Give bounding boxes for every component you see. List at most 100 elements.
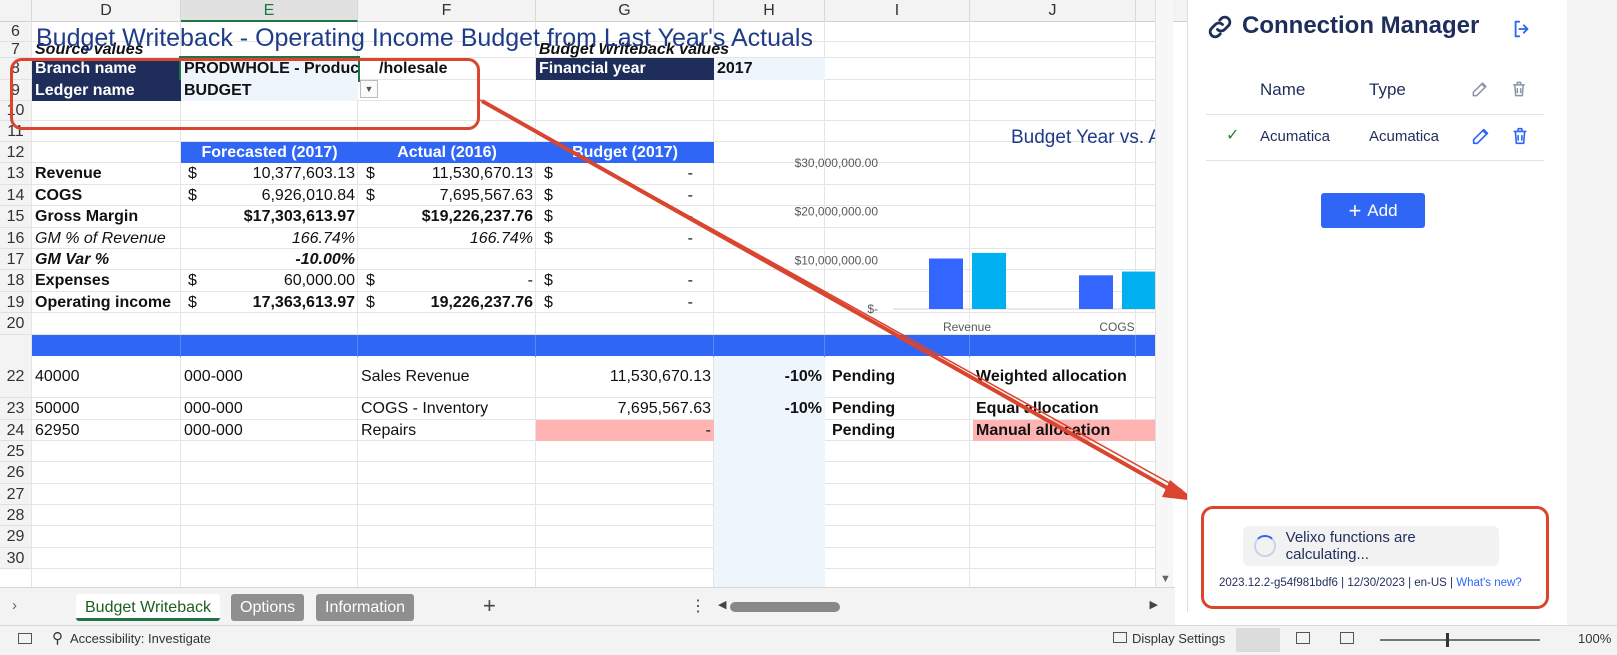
row-header-30[interactable]: 30 <box>0 548 32 569</box>
budget-value: - <box>687 294 693 311</box>
zoom-thumb[interactable] <box>1446 633 1449 647</box>
horizontal-scrollbar[interactable]: ◀ ▶ <box>718 598 1158 614</box>
tab-budget-writeback[interactable]: Budget Writeback <box>76 594 220 621</box>
scroll-thumb[interactable] <box>730 602 840 612</box>
row-header-6[interactable]: 6 <box>0 22 32 42</box>
tab-information[interactable]: Information <box>316 594 415 621</box>
detail-header-0: Account <box>32 335 181 357</box>
summary-header-2: Budget (2017) <box>536 142 714 163</box>
chart-bar[interactable] <box>929 258 963 309</box>
y-tick-label: $30,000,000.00 <box>795 156 879 170</box>
increase-cell[interactable] <box>714 420 825 441</box>
category-label: Revenue <box>943 320 991 334</box>
row-header-26[interactable]: 26 <box>0 462 32 484</box>
summary-header-1: Actual (2016) <box>358 142 536 163</box>
page-layout-icon[interactable] <box>1296 632 1310 644</box>
row-gridline <box>32 483 1155 484</box>
forecast-value: -10.00% <box>295 251 355 268</box>
row-header-28[interactable]: 28 <box>0 505 32 526</box>
allocation-type-cell[interactable]: Weighted allocation <box>973 356 1155 398</box>
select-all-corner[interactable] <box>0 0 32 22</box>
dropdown-arrow-icon[interactable]: ▼ <box>360 80 378 98</box>
row-header-13[interactable]: 13 <box>0 163 32 185</box>
row-header-17[interactable]: 17 <box>0 249 32 270</box>
row-header-19[interactable]: 19 <box>0 292 32 313</box>
version-text: 2023.12.2-g54f981bdf6 | 12/30/2023 | en-… <box>1219 577 1457 589</box>
summary-label: COGS <box>35 187 83 204</box>
delete-header-icon <box>1513 81 1525 97</box>
chart-bar[interactable] <box>972 252 1006 309</box>
spreadsheet-grid[interactable]: DEFGHIJ 67891011121314151617181920212223… <box>0 0 1190 603</box>
row-header-22[interactable]: 22 <box>0 356 32 398</box>
accessibility-icon: ⚲ <box>52 630 63 647</box>
forecast-value: 6,926,010.84 <box>261 187 355 204</box>
forecast-value: 10,377,603.13 <box>252 165 355 182</box>
forecast-value: 166.74% <box>291 230 355 247</box>
column-header-F[interactable]: F <box>358 0 536 22</box>
whats-new-link[interactable]: What's new? <box>1456 577 1521 589</box>
financial-year-value[interactable]: 2017 <box>714 58 825 80</box>
sheet-title: Budget Writeback - Operating Income Budg… <box>36 24 813 52</box>
chart-bar[interactable] <box>1122 271 1156 309</box>
column-header-E[interactable]: E <box>181 0 358 22</box>
column-header-I[interactable]: I <box>825 0 970 22</box>
row-gridline <box>32 504 1155 505</box>
zoom-slider[interactable] <box>1380 639 1540 641</box>
chart-bar[interactable] <box>1079 275 1113 309</box>
app-window: DEFGHIJ 67891011121314151617181920212223… <box>0 0 1617 655</box>
vertical-scrollbar[interactable]: ▼ <box>1155 0 1173 587</box>
row-header-16[interactable]: 16 <box>0 228 32 249</box>
column-header-D[interactable]: D <box>32 0 181 22</box>
row-header-20[interactable]: 20 <box>0 313 32 335</box>
add-sheet-button[interactable]: + <box>483 593 496 619</box>
sign-out-icon[interactable] <box>1511 18 1533 40</box>
zoom-level[interactable]: 100% <box>1578 631 1611 646</box>
row-header-7[interactable]: 7 <box>0 42 32 58</box>
display-settings[interactable]: Display Settings <box>1132 631 1225 646</box>
actual-value: 19,226,237.76 <box>430 294 533 311</box>
delete-connection-icon[interactable] <box>1509 125 1531 147</box>
column-header-J[interactable]: J <box>970 0 1136 22</box>
row-header-27[interactable]: 27 <box>0 484 32 505</box>
summary-label: GM % of Revenue <box>35 230 166 247</box>
row-header-15[interactable]: 15 <box>0 206 32 228</box>
normal-view-icon[interactable] <box>1236 628 1280 652</box>
chart-title: Budget Year vs. A <box>1011 127 1160 148</box>
account-cell: 40000 <box>35 368 80 385</box>
row-header-14[interactable]: 14 <box>0 185 32 206</box>
increase-cell[interactable]: -10% <box>714 356 825 398</box>
summary-label: Revenue <box>35 165 102 182</box>
tab-scroll-icon[interactable]: › <box>12 597 17 614</box>
accessibility-status[interactable]: Accessibility: Investigate <box>70 631 211 646</box>
column-header-H[interactable]: H <box>714 0 825 22</box>
row-header-24[interactable]: 24 <box>0 420 32 441</box>
row-header-25[interactable]: 25 <box>0 441 32 462</box>
page-break-icon[interactable] <box>1340 632 1354 644</box>
budget-chart[interactable]: Budget Year vs. A $30,000,000.00 $20,000,… <box>780 118 1160 343</box>
more-options-icon[interactable]: ⋮ <box>690 596 706 616</box>
tab-options[interactable]: Options <box>231 594 305 621</box>
prior-actuals-cell: 7,695,567.63 <box>617 400 711 417</box>
summary-label: Gross Margin <box>35 208 139 225</box>
link-icon <box>1208 15 1232 39</box>
y-tick-label: $- <box>867 302 878 316</box>
connection-row[interactable]: ✓ Acumatica Acumatica <box>1206 115 1544 161</box>
scroll-right-icon[interactable]: ▶ <box>1150 598 1158 611</box>
row-header-12[interactable]: 12 <box>0 142 32 163</box>
scroll-down-icon[interactable]: ▼ <box>1160 573 1171 585</box>
row-header-18[interactable]: 18 <box>0 270 32 292</box>
increase-cell[interactable]: -10% <box>714 398 825 420</box>
budget-value <box>536 249 696 270</box>
prior-actuals-cell: 11,530,670.13 <box>609 368 711 385</box>
edit-connection-icon[interactable] <box>1470 125 1492 147</box>
column-type-header: Type <box>1369 80 1406 99</box>
scroll-left-icon[interactable]: ◀ <box>718 598 726 611</box>
row-header-23[interactable]: 23 <box>0 398 32 420</box>
allocation-type-cell[interactable]: Manual allocation <box>973 420 1155 441</box>
actual-value <box>358 249 536 270</box>
add-connection-button[interactable]: + Add <box>1321 193 1425 228</box>
allocation-type-cell[interactable]: Equal allocation <box>973 398 1155 420</box>
row-header-29[interactable]: 29 <box>0 526 32 548</box>
row-header-21[interactable]: 21 <box>0 335 32 374</box>
column-header-G[interactable]: G <box>536 0 714 22</box>
